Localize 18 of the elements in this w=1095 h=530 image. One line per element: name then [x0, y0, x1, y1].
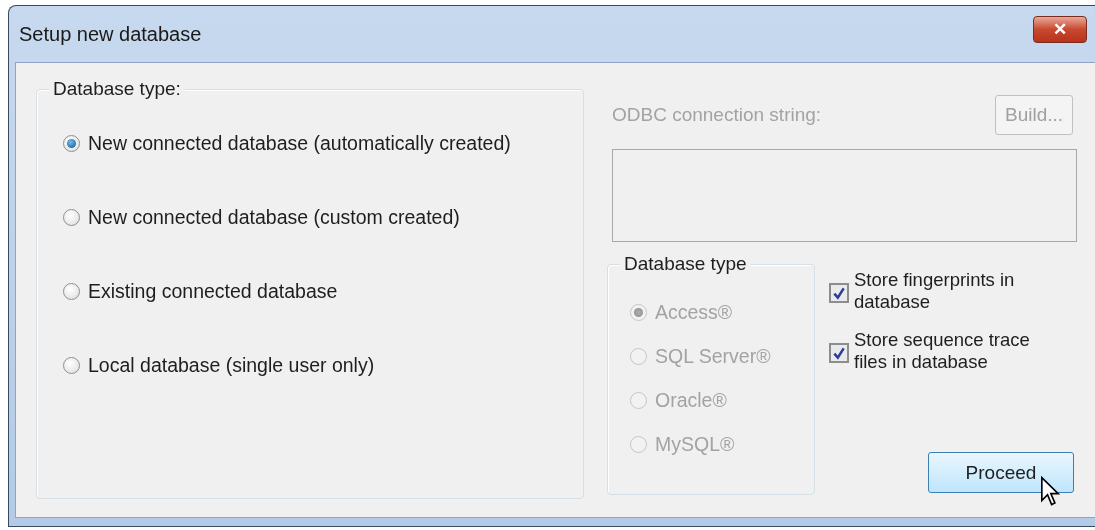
radio-button[interactable] [63, 208, 80, 226]
radio-button[interactable] [63, 134, 80, 152]
checkbox-label[interactable]: Store fingerprints in database [854, 269, 1064, 313]
close-button[interactable]: ✕ [1033, 15, 1087, 43]
checkbox[interactable] [829, 343, 849, 363]
connection-string-field[interactable] [612, 149, 1077, 242]
radio-button[interactable] [63, 356, 80, 374]
checkbox-label[interactable]: Store sequence trace files in database [854, 329, 1064, 373]
option-label[interactable]: Existing connected database [88, 280, 338, 302]
proceed-button[interactable]: Proceed [928, 452, 1074, 493]
option-label[interactable]: Local database (single user only) [88, 354, 375, 376]
checkbox[interactable] [829, 283, 849, 303]
radio-button[interactable] [63, 282, 80, 300]
field-label: ODBC connection string: [612, 104, 822, 126]
option-label[interactable]: New connected database (automatically created) [88, 132, 511, 154]
window-title: Setup new database [19, 22, 202, 46]
option-label[interactable]: New connected database (custom created) [88, 206, 460, 228]
mouse-cursor-icon [1040, 476, 1060, 507]
